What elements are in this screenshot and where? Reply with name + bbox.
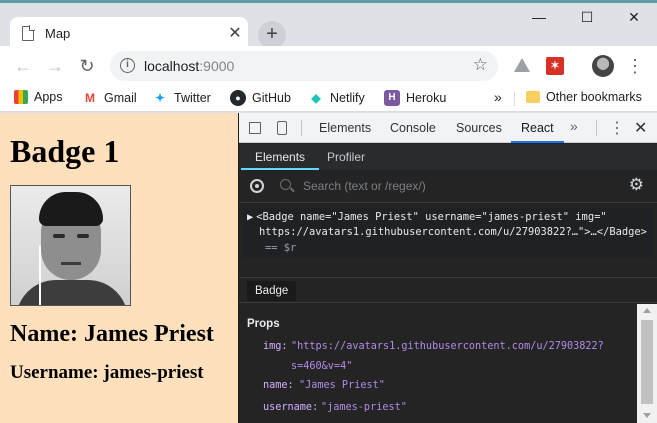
twitter-icon: ✦ (154, 91, 166, 105)
search-input[interactable]: Search (text or /regex/) (303, 179, 426, 193)
address-bar[interactable]: i localhost:9000 ☆ (110, 51, 498, 81)
devtools-close-icon[interactable]: ✕ (634, 118, 647, 138)
folder-icon (526, 91, 540, 103)
tree-row-ref: == $r (265, 242, 297, 254)
avatar-image (10, 185, 131, 306)
tab-elements[interactable]: Elements (319, 121, 371, 135)
devtools-panel: Elements Console Sources React » ⋮ ✕ Ele… (238, 113, 657, 423)
bookmark-github[interactable]: ● GitHub (230, 90, 291, 106)
react-tab-profiler[interactable]: Profiler (327, 150, 365, 164)
gmail-icon: M (85, 91, 95, 105)
more-tabs-icon[interactable]: » (570, 118, 578, 134)
browser-toolbar: ← → ↻ i localhost:9000 ☆ ✶ ⋮ (0, 46, 657, 86)
divider (596, 120, 597, 136)
props-pane: Props img: "https://avatars1.githubuserc… (239, 304, 637, 423)
search-icon (280, 179, 291, 190)
new-tab-button[interactable]: + (258, 21, 286, 49)
apps-grid-icon (14, 90, 28, 104)
tab-sources[interactable]: Sources (456, 121, 502, 135)
react-tabbar: Elements Profiler (239, 144, 657, 170)
bookmark-netlify[interactable]: ◆ Netlify (308, 90, 364, 106)
bookmarks-divider (514, 92, 515, 106)
document-icon (22, 25, 35, 41)
react-tab-elements[interactable]: Elements (240, 150, 320, 170)
inspect-element-icon[interactable] (249, 122, 261, 134)
drive-extension-icon[interactable] (514, 58, 530, 72)
badge-name: Name: James Priest (10, 321, 214, 347)
tree-row-badge-cont: https://avatars1.githubusercontent.com/u… (259, 226, 647, 238)
scroll-up-icon[interactable] (643, 308, 651, 313)
forward-arrow-icon[interactable]: → (44, 55, 66, 77)
prop-key-img: img: (263, 341, 288, 352)
props-scrollbar[interactable] (637, 304, 657, 423)
settings-gear-icon[interactable]: ⚙ (629, 175, 644, 195)
page-heading: Badge 1 (10, 133, 120, 169)
tab-console[interactable]: Console (390, 121, 436, 135)
maximize-button[interactable]: ☐ (577, 9, 597, 26)
heroku-icon: H (384, 90, 400, 106)
tab-close-icon[interactable]: ✕ (226, 23, 244, 43)
tree-row-badge[interactable]: ▶ <Badge name="James Priest" username="ja… (247, 211, 607, 223)
browser-tabstrip: Map ✕ + — ☐ ✕ (0, 0, 657, 51)
info-icon[interactable]: i (120, 58, 135, 73)
bookmark-gmail[interactable]: M Gmail (82, 90, 137, 106)
prop-value-img[interactable]: "https://avatars1.githubusercontent.com/… (291, 341, 604, 352)
bookmark-star-icon[interactable]: ☆ (473, 55, 488, 75)
bookmarks-overflow-icon[interactable]: » (494, 89, 502, 105)
prop-key-name: name: (263, 380, 294, 391)
prop-value-img-cont: s=460&v=4" (291, 361, 353, 372)
page-content: Badge 1 Name: James Priest Username: jam… (0, 113, 238, 423)
react-search-bar: Search (text or /regex/) ⚙ (239, 170, 657, 203)
reload-icon[interactable]: ↻ (76, 55, 98, 77)
divider (301, 120, 302, 136)
props-header: Props (247, 318, 280, 330)
extension-icon[interactable]: ✶ (546, 57, 564, 75)
bookmarks-bar: Apps M Gmail ✦ Twitter ● GitHub ◆ Netlif… (0, 86, 657, 112)
selected-component-bar: Badge (239, 277, 657, 303)
url-text[interactable]: localhost:9000 (144, 58, 234, 74)
bookmark-heroku[interactable]: H Heroku (384, 90, 446, 106)
profile-avatar[interactable] (592, 55, 614, 77)
netlify-icon: ◆ (311, 91, 321, 105)
tab-title: Map (45, 26, 71, 41)
scroll-thumb[interactable] (641, 320, 653, 404)
prop-value-username[interactable]: "james-priest" (321, 402, 407, 413)
badge-username: Username: james-priest (10, 362, 204, 383)
minimize-button[interactable]: — (529, 9, 549, 25)
other-bookmarks[interactable]: Other bookmarks (526, 90, 642, 104)
device-toolbar-icon[interactable] (277, 121, 287, 135)
component-tree[interactable]: ▶ <Badge name="James Priest" username="ja… (243, 208, 653, 258)
bookmark-apps[interactable]: Apps (14, 90, 63, 104)
expand-arrow-icon[interactable]: ▶ (247, 211, 253, 223)
window-close-button[interactable]: ✕ (624, 9, 644, 26)
prop-key-username: username: (263, 402, 319, 413)
back-arrow-icon[interactable]: ← (12, 55, 34, 77)
select-element-icon[interactable] (250, 179, 264, 193)
bookmark-twitter[interactable]: ✦ Twitter (152, 90, 211, 106)
browser-menu-icon[interactable]: ⋮ (626, 55, 644, 77)
devtools-menu-icon[interactable]: ⋮ (609, 118, 625, 138)
devtools-tabbar: Elements Console Sources React » ⋮ ✕ (239, 113, 657, 143)
prop-value-name[interactable]: "James Priest" (299, 380, 385, 391)
tab-react[interactable]: React (511, 121, 564, 143)
scroll-down-icon[interactable] (643, 413, 651, 418)
github-icon: ● (230, 90, 246, 106)
selected-component-name: Badge (247, 281, 297, 301)
